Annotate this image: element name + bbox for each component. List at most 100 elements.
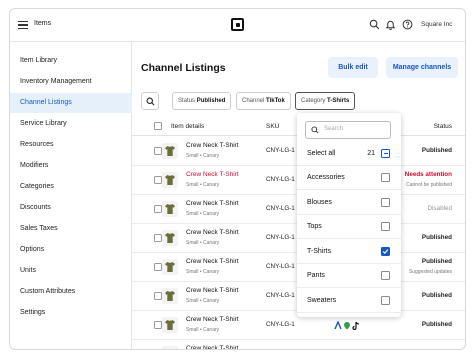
- top-bar: Items Square Inc: [10, 9, 465, 42]
- status-filter-value: Published: [196, 98, 226, 104]
- sidebar-item-modifiers[interactable]: Modifiers: [10, 156, 132, 176]
- item-thumbnail: [162, 230, 178, 246]
- item-thumbnail: [162, 288, 178, 304]
- item-name[interactable]: Crew Neck T-Shirt: [186, 229, 239, 236]
- category-option-checkbox[interactable]: [381, 246, 390, 256]
- category-option[interactable]: Sweaters: [297, 289, 401, 313]
- sidebar-item-item-library[interactable]: Item Library: [10, 51, 132, 71]
- item-name[interactable]: Crew Neck T-Shirt: [186, 171, 239, 178]
- select-all-count: 21: [367, 150, 375, 157]
- item-variant: Small • Canary: [186, 269, 220, 275]
- row-checkbox[interactable]: [154, 263, 162, 271]
- sidebar-item-resources[interactable]: Resources: [10, 135, 132, 155]
- manage-channels-button[interactable]: Manage channels: [386, 57, 458, 78]
- column-item-details[interactable]: Item details: [171, 123, 204, 130]
- category-option-checkbox[interactable]: [381, 295, 390, 305]
- item-name[interactable]: Crew Neck T-Shirt: [186, 345, 239, 349]
- tshirt-icon: [165, 233, 175, 243]
- sidebar: Item Library Inventory Management Channe…: [10, 42, 132, 349]
- sidebar-item-options[interactable]: Options: [10, 240, 132, 260]
- category-option[interactable]: T-Shirts: [297, 240, 401, 264]
- channel-filter-label: Channel: [242, 98, 265, 104]
- bell-icon[interactable]: [385, 19, 396, 30]
- category-search-placeholder: Search: [324, 126, 344, 132]
- row-checkbox[interactable]: [154, 147, 162, 155]
- row-checkbox[interactable]: [154, 321, 162, 329]
- category-option-label: Pants: [307, 272, 325, 279]
- sidebar-item-units[interactable]: Units: [10, 261, 132, 281]
- category-option[interactable]: Blouses: [297, 191, 401, 215]
- status-filter[interactable]: Status Published: [172, 92, 232, 110]
- item-variant: Small • Canary: [186, 298, 220, 304]
- status-text: Published: [421, 292, 452, 299]
- app-window: Items Square Inc Item Library Inventory …: [9, 8, 466, 350]
- status-text: Published: [421, 258, 452, 265]
- category-option-checkbox[interactable]: [381, 197, 390, 207]
- category-option-label: Accessories: [307, 174, 345, 181]
- tshirt-icon: [165, 262, 175, 272]
- tshirt-icon: [165, 291, 175, 301]
- tshirt-icon: [165, 146, 175, 156]
- checkmark-icon: [382, 248, 389, 254]
- tshirt-icon: [164, 348, 176, 350]
- category-option-label: Tops: [307, 223, 322, 230]
- help-icon[interactable]: [402, 19, 413, 30]
- sidebar-item-categories[interactable]: Categories: [10, 177, 132, 197]
- item-sku: CNY-LG-1: [266, 263, 295, 270]
- select-all-option[interactable]: Select all 21: [297, 142, 401, 166]
- row-checkbox[interactable]: [154, 292, 162, 300]
- select-all-rows-checkbox[interactable]: [154, 122, 162, 130]
- status-text: Published: [421, 234, 452, 241]
- sidebar-item-channel-listings[interactable]: Channel Listings: [10, 93, 132, 113]
- item-name[interactable]: Crew Neck T-Shirt: [186, 258, 239, 265]
- square-logo[interactable]: [231, 18, 244, 31]
- status-text: Published: [421, 321, 452, 328]
- search-icon: [311, 126, 319, 134]
- sidebar-item-settings[interactable]: Settings: [10, 303, 132, 323]
- sidebar-item-service-library[interactable]: Service Library: [10, 114, 132, 134]
- status-subtext: Cannot be published: [406, 182, 452, 188]
- status-subtext: Suggested updates: [408, 269, 452, 275]
- row-checkbox[interactable]: [154, 176, 162, 184]
- sidebar-item-discounts[interactable]: Discounts: [10, 198, 132, 218]
- sidebar-item-inventory-management[interactable]: Inventory Management: [10, 72, 132, 92]
- filter-search-button[interactable]: [141, 92, 159, 110]
- item-name[interactable]: Crew Neck T-Shirt: [186, 200, 239, 207]
- category-option[interactable]: Accessories: [297, 166, 401, 190]
- bulk-edit-button[interactable]: Bulk edit: [328, 57, 378, 78]
- table-row[interactable]: Crew Neck T-Shirt: [132, 340, 465, 350]
- channel-filter-value: TikTok: [266, 98, 285, 104]
- search-icon[interactable]: [369, 19, 380, 30]
- column-sku[interactable]: SKU: [266, 123, 279, 130]
- item-variant: Small • Canary: [186, 240, 220, 246]
- org-name[interactable]: Square Inc: [421, 21, 452, 28]
- category-dropdown: Search Select all 21 Accessories Blouses T…: [297, 113, 401, 317]
- category-filter[interactable]: Category T-Shirts: [295, 92, 356, 110]
- category-search-input[interactable]: Search: [305, 121, 391, 139]
- row-checkbox[interactable]: [154, 234, 162, 242]
- menu-icon[interactable]: [18, 21, 28, 29]
- status-filter-label: Status: [178, 98, 196, 104]
- sidebar-item-sales-taxes[interactable]: Sales Taxes: [10, 219, 132, 239]
- item-sku: CNY-LG-1: [266, 147, 295, 154]
- item-name[interactable]: Crew Neck T-Shirt: [186, 316, 239, 323]
- item-name[interactable]: Crew Neck T-Shirt: [186, 142, 239, 149]
- select-all-checkbox[interactable]: [381, 149, 390, 158]
- category-option[interactable]: Pants: [297, 264, 401, 288]
- item-name[interactable]: Crew Neck T-Shirt: [186, 287, 239, 294]
- row-checkbox[interactable]: [154, 205, 162, 213]
- sidebar-item-custom-attributes[interactable]: Custom Attributes: [10, 282, 132, 302]
- column-status[interactable]: Status: [434, 123, 452, 130]
- channel-filter[interactable]: Channel TikTok: [236, 92, 291, 110]
- topbar-title: Items: [34, 20, 52, 27]
- item-variant: Small • Canary: [186, 182, 220, 188]
- category-option-checkbox[interactable]: [381, 222, 390, 231]
- item-thumbnail: [162, 346, 178, 350]
- item-variant: Small • Canary: [186, 211, 220, 217]
- category-option-checkbox[interactable]: [381, 271, 390, 280]
- item-variant: Small • Canary: [186, 153, 220, 159]
- item-thumbnail: [162, 317, 178, 333]
- category-option-label: Sweaters: [307, 296, 337, 304]
- category-option[interactable]: Tops: [297, 215, 401, 239]
- category-option-checkbox[interactable]: [381, 173, 390, 182]
